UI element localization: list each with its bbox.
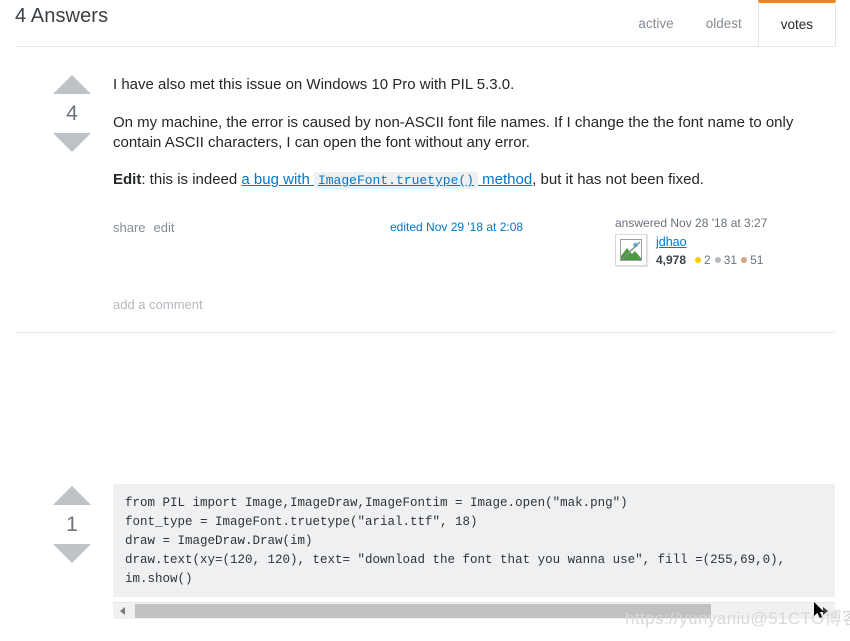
answered-timestamp: answered Nov 28 '18 at 3:27 (615, 216, 825, 230)
gold-badge-count: 2 (704, 253, 711, 267)
vote-cell: 1 (48, 486, 96, 563)
answer-divider (15, 332, 835, 333)
post-action-links: share edit (113, 220, 183, 235)
vote-score: 4 (48, 94, 96, 133)
mouse-pointer-icon (814, 602, 826, 623)
tab-active[interactable]: active (622, 0, 689, 46)
answers-header: 4 Answers active oldest votes (0, 0, 850, 46)
bug-link-text-1: a bug with (241, 171, 314, 188)
arrow-down-icon[interactable] (53, 133, 91, 152)
edit-text-after: , but it has not been fixed. (532, 171, 704, 188)
bronze-badge-count: 51 (750, 253, 763, 267)
answer-paragraph: I have also met this issue on Windows 10… (113, 75, 835, 95)
gold-badge-icon (695, 257, 701, 263)
silver-badge-icon (715, 257, 721, 263)
bronze-badge-icon (741, 257, 747, 263)
user-info: jdhao 4,978 2 31 51 (656, 234, 763, 267)
code-content: from PIL import Image,ImageDraw,ImageFon… (125, 494, 823, 589)
scroll-left-arrow-icon[interactable] (114, 603, 131, 619)
code-block: from PIL import Image,ImageDraw,ImageFon… (113, 484, 835, 597)
answer-body: I have also met this issue on Windows 10… (113, 75, 835, 190)
tab-votes[interactable]: votes (758, 0, 836, 47)
code-horizontal-scrollbar[interactable] (113, 602, 835, 619)
scrollbar-thumb[interactable] (135, 604, 711, 618)
arrow-up-icon[interactable] (53, 486, 91, 505)
answer-paragraph: On my machine, the error is caused by no… (113, 113, 835, 153)
edit-label: Edit (113, 171, 141, 188)
bug-link-text-2: method (478, 171, 532, 188)
vote-cell: 4 (48, 75, 96, 152)
share-link[interactable]: share (113, 220, 146, 235)
answer-sort-tabs: active oldest votes (622, 0, 836, 46)
silver-badge-count: 31 (724, 253, 737, 267)
header-divider (15, 46, 835, 47)
arrow-down-icon[interactable] (53, 544, 91, 563)
edited-timestamp[interactable]: edited Nov 29 '18 at 2:08 (390, 220, 523, 234)
username-link[interactable]: jdhao (656, 235, 763, 250)
tab-oldest[interactable]: oldest (690, 0, 758, 46)
avatar[interactable] (615, 234, 647, 266)
inline-code-truetype: ImageFont.truetype() (314, 172, 478, 189)
add-comment-link[interactable]: add a comment (113, 297, 203, 312)
edit-text-before: : this is indeed (141, 171, 241, 188)
user-card: answered Nov 28 '18 at 3:27 jdhao (615, 216, 825, 267)
page-title: 4 Answers (15, 5, 108, 28)
answer-paragraph-edit: Edit: this is indeed a bug with ImageFon… (113, 170, 835, 190)
edit-link[interactable]: edit (154, 220, 175, 235)
reputation-score: 4,978 (656, 253, 686, 267)
vote-score: 1 (48, 505, 96, 544)
arrow-up-icon[interactable] (53, 75, 91, 94)
reputation-and-badges: 4,978 2 31 51 (656, 253, 763, 267)
bug-report-link[interactable]: a bug with ImageFont.truetype() method (241, 171, 532, 188)
